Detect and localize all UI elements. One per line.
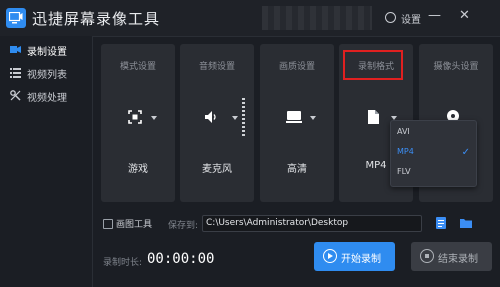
chevron-down-icon[interactable] bbox=[310, 116, 316, 120]
panel-title: 摄像头设置 bbox=[433, 62, 479, 72]
video-camera-icon bbox=[10, 46, 21, 53]
open-list-button[interactable] bbox=[434, 216, 448, 230]
dropdown-option-mp4[interactable]: MP4 ✓ bbox=[391, 143, 476, 163]
duration-timer: 00:00:00 bbox=[147, 251, 215, 267]
option-label: MP4 bbox=[397, 147, 414, 156]
save-path-field[interactable] bbox=[202, 215, 422, 232]
panel-title: 模式设置 bbox=[119, 62, 156, 72]
minimize-button[interactable]: — bbox=[428, 9, 441, 23]
panel-quality-settings[interactable]: 画质设置 高清 bbox=[260, 44, 334, 202]
start-recording-label: 开始录制 bbox=[341, 254, 381, 265]
option-label: FLV bbox=[397, 167, 411, 176]
gear-icon bbox=[385, 12, 396, 23]
sidebar: 录制设置 视频列表 视频处理 bbox=[0, 36, 93, 287]
settings-label: 设置 bbox=[401, 15, 421, 26]
file-icon bbox=[368, 110, 379, 124]
app-title: 迅捷屏幕录像工具 bbox=[32, 10, 161, 28]
stop-recording-button[interactable]: 结束录制 bbox=[411, 242, 492, 271]
dropdown-option-flv[interactable]: FLV bbox=[391, 163, 476, 183]
close-button[interactable]: ✕ bbox=[459, 9, 470, 23]
sidebar-item-label: 视频处理 bbox=[27, 93, 67, 104]
format-dropdown-menu: AVI MP4 ✓ FLV bbox=[390, 120, 477, 187]
start-recording-button[interactable]: 开始录制 bbox=[314, 242, 395, 271]
fullscreen-select-icon bbox=[128, 110, 142, 124]
duration-label: 录制时长: bbox=[103, 258, 143, 268]
draw-tool-checkbox[interactable] bbox=[103, 219, 113, 229]
sidebar-item-label: 录制设置 bbox=[27, 47, 67, 58]
chevron-down-icon[interactable] bbox=[232, 116, 238, 120]
volume-meter bbox=[242, 98, 245, 138]
format-highlight-box bbox=[343, 50, 403, 80]
checkmark-icon: ✓ bbox=[461, 147, 470, 158]
draw-tool-label: 画图工具 bbox=[116, 220, 153, 230]
stop-icon bbox=[420, 249, 434, 263]
panel-value: 游戏 bbox=[128, 164, 148, 175]
dropdown-option-avi[interactable]: AVI bbox=[391, 123, 476, 143]
play-icon bbox=[323, 249, 337, 263]
blurred-region bbox=[262, 6, 372, 30]
sidebar-item-label: 视频列表 bbox=[27, 70, 67, 81]
panel-value: 麦克风 bbox=[202, 164, 232, 175]
sidebar-item-record-settings[interactable]: 录制设置 bbox=[0, 39, 92, 61]
option-label: AVI bbox=[397, 127, 410, 136]
panel-mode-settings[interactable]: 模式设置 游戏 bbox=[101, 44, 175, 202]
title-bar: 迅捷屏幕录像工具 设置 — ✕ bbox=[0, 0, 500, 37]
panel-title: 音频设置 bbox=[198, 62, 235, 72]
tools-icon bbox=[10, 90, 21, 101]
speaker-icon bbox=[205, 111, 216, 123]
panel-title: 画质设置 bbox=[278, 62, 315, 72]
stop-recording-label: 结束录制 bbox=[438, 254, 478, 265]
save-to-label: 保存到: bbox=[168, 221, 199, 231]
sidebar-item-video-processing[interactable]: 视频处理 bbox=[0, 85, 92, 107]
panel-value: 高清 bbox=[287, 164, 307, 175]
folder-icon[interactable] bbox=[459, 216, 473, 230]
sidebar-item-video-list[interactable]: 视频列表 bbox=[0, 62, 92, 84]
list-icon bbox=[10, 68, 21, 78]
monitor-icon bbox=[286, 111, 302, 123]
chevron-down-icon[interactable] bbox=[151, 116, 157, 120]
app-logo-icon bbox=[6, 8, 26, 28]
